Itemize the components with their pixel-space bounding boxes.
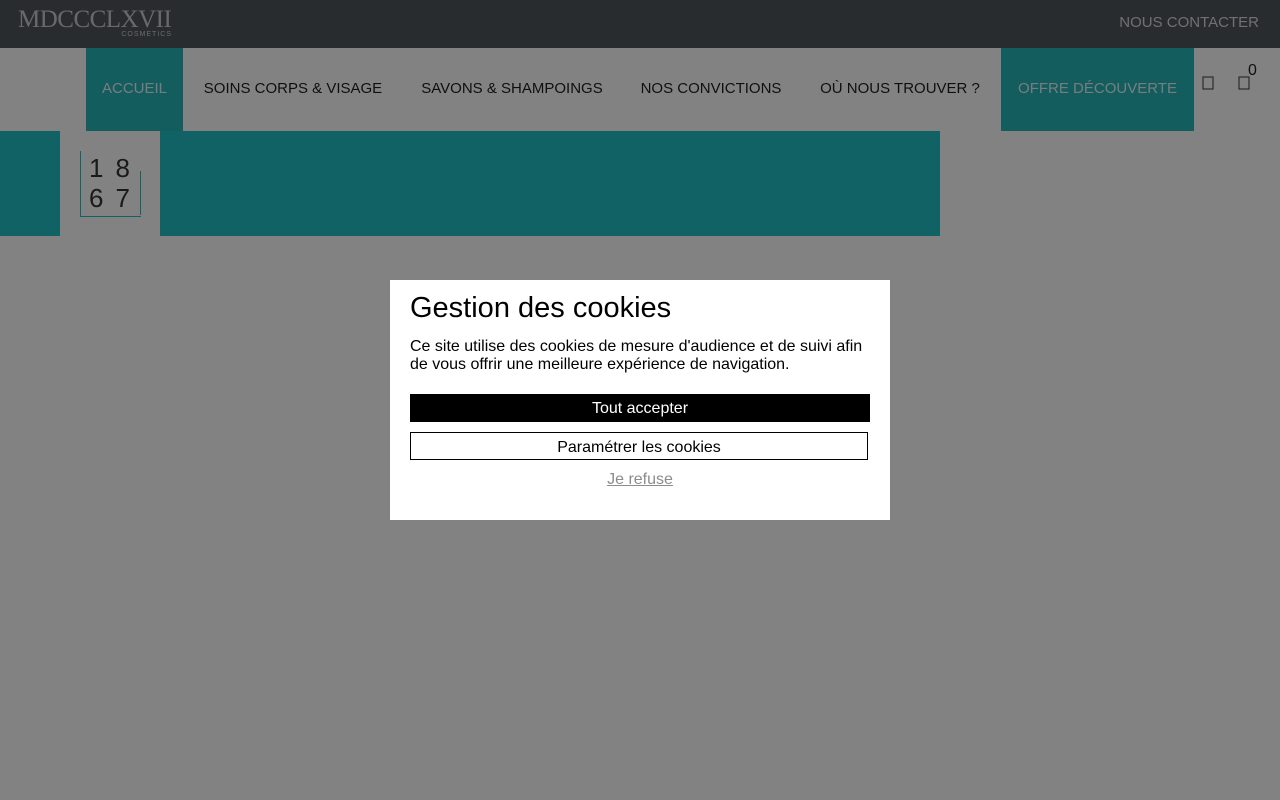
cookie-settings-button[interactable]: Paramétrer les cookies [410, 432, 868, 460]
cookie-modal-title: Gestion des cookies [410, 292, 672, 324]
cookie-modal-text: Ce site utilise des cookies de mesure d'… [410, 338, 863, 373]
refuse-cookies-link[interactable]: Je refuse [390, 471, 890, 489]
accept-all-button[interactable]: Tout accepter [410, 394, 870, 422]
cookie-modal: Gestion des cookies Ce site utilise des … [390, 280, 890, 520]
